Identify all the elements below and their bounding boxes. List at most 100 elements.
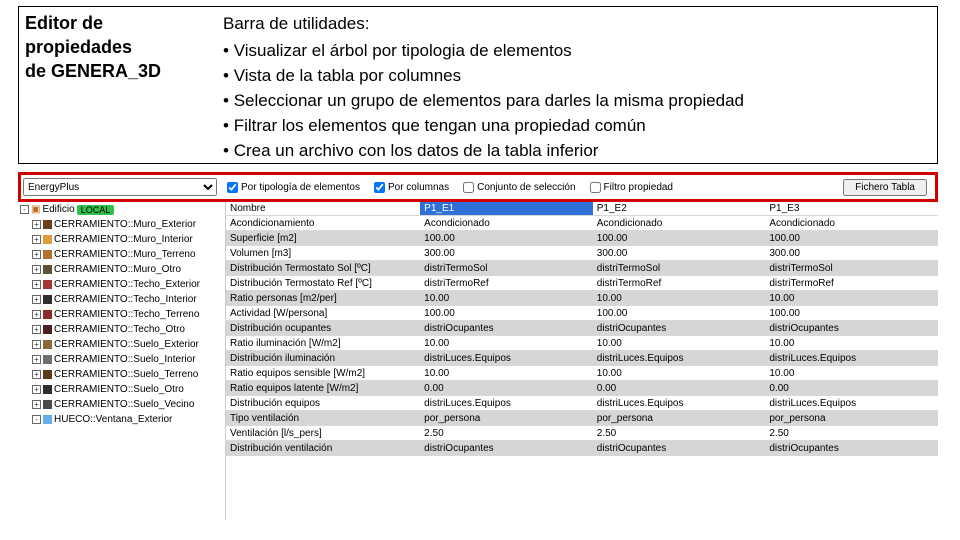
row-label-cell[interactable]: Distribución iluminación: [226, 351, 420, 366]
table-row[interactable]: Acondicionamiento AcondicionadoAcondicion…: [226, 216, 938, 231]
engine-dropdown[interactable]: EnergyPlus: [23, 178, 217, 196]
col-nombre[interactable]: Nombre: [226, 201, 420, 216]
fichero-tabla-button[interactable]: Fichero Tabla: [843, 179, 927, 196]
row-value-cell[interactable]: 2.50: [420, 426, 593, 441]
tree-item[interactable]: +CERRAMIENTO::Suelo_Otro: [18, 382, 225, 397]
row-label-cell[interactable]: Ratio equipos sensible [W/m2]: [226, 366, 420, 381]
tree-item[interactable]: +CERRAMIENTO::Suelo_Exterior: [18, 337, 225, 352]
table-row[interactable]: Volumen [m3]300.00300.00300.00: [226, 246, 938, 261]
col-p1e3[interactable]: P1_E3: [765, 201, 938, 216]
expand-icon[interactable]: +: [32, 355, 41, 364]
row-value-cell[interactable]: 100.00: [420, 306, 593, 321]
check-conjunto-box[interactable]: [463, 182, 474, 193]
row-value-cell[interactable]: 100.00: [420, 231, 593, 246]
row-value-cell[interactable]: distriOcupantes: [420, 441, 593, 456]
row-value-cell[interactable]: 10.00: [420, 366, 593, 381]
expand-icon[interactable]: +: [32, 385, 41, 394]
row-label-cell[interactable]: Distribución Termostato Ref [ºC]: [226, 276, 420, 291]
row-value-cell[interactable]: Acondicionado: [765, 216, 938, 231]
row-value-cell[interactable]: distriOcupantes: [765, 441, 938, 456]
expand-icon[interactable]: +: [32, 295, 41, 304]
table-row[interactable]: Ratio personas [m2/per]10.0010.0010.00: [226, 291, 938, 306]
expand-icon[interactable]: +: [32, 340, 41, 349]
property-table[interactable]: Nombre P1_E1 P1_E2 P1_E3 Acondicionamien…: [226, 200, 938, 456]
tree-item[interactable]: +CERRAMIENTO::Suelo_Interior: [18, 352, 225, 367]
row-value-cell[interactable]: 10.00: [593, 291, 766, 306]
row-value-cell[interactable]: 10.00: [420, 291, 593, 306]
check-tipologia-box[interactable]: [227, 182, 238, 193]
row-label-cell[interactable]: Distribución ocupantes: [226, 321, 420, 336]
tree-root[interactable]: - ▣ Edificio LOCAL: [18, 202, 225, 217]
row-value-cell[interactable]: 0.00: [593, 381, 766, 396]
table-row[interactable]: Distribución ventilacióndistriOcupantesd…: [226, 441, 938, 456]
row-value-cell[interactable]: 10.00: [765, 366, 938, 381]
collapse-icon[interactable]: -: [20, 205, 29, 214]
row-value-cell[interactable]: 10.00: [593, 366, 766, 381]
tree-item[interactable]: +CERRAMIENTO::Techo_Exterior: [18, 277, 225, 292]
row-value-cell[interactable]: 10.00: [765, 291, 938, 306]
property-grid[interactable]: Nombre P1_E1 P1_E2 P1_E3 Acondicionamien…: [226, 200, 938, 520]
row-label-cell[interactable]: Actividad [W/persona]: [226, 306, 420, 321]
check-filtro[interactable]: Filtro propiedad: [590, 182, 673, 193]
tree-item[interactable]: -HUECO::Ventana_Exterior: [18, 412, 225, 427]
col-p1e1[interactable]: P1_E1: [420, 201, 593, 216]
row-value-cell[interactable]: por_persona: [593, 411, 766, 426]
row-value-cell[interactable]: 100.00: [593, 231, 766, 246]
row-label-cell[interactable]: Acondicionamiento: [226, 216, 420, 231]
table-header-row[interactable]: Nombre P1_E1 P1_E2 P1_E3: [226, 201, 938, 216]
table-row[interactable]: Distribución Termostato Sol [ºC]distriTe…: [226, 261, 938, 276]
row-value-cell[interactable]: 0.00: [420, 381, 593, 396]
row-value-cell[interactable]: distriLuces.Equipos: [765, 396, 938, 411]
table-row[interactable]: Superficie [m2]100.00100.00100.00: [226, 231, 938, 246]
tree-item[interactable]: +CERRAMIENTO::Muro_Interior: [18, 232, 225, 247]
check-filtro-box[interactable]: [590, 182, 601, 193]
table-row[interactable]: Ratio iluminación [W/m2]10.0010.0010.00: [226, 336, 938, 351]
table-row[interactable]: Actividad [W/persona]100.00100.00100.00: [226, 306, 938, 321]
row-value-cell[interactable]: distriLuces.Equipos: [765, 351, 938, 366]
row-value-cell[interactable]: 10.00: [593, 336, 766, 351]
row-label-cell[interactable]: Distribución ventilación: [226, 441, 420, 456]
row-label-cell[interactable]: Distribución Termostato Sol [ºC]: [226, 261, 420, 276]
expand-icon[interactable]: +: [32, 400, 41, 409]
row-value-cell[interactable]: 10.00: [765, 336, 938, 351]
expand-icon[interactable]: +: [32, 235, 41, 244]
table-row[interactable]: Distribución ocupantesdistriOcupantesdis…: [226, 321, 938, 336]
expand-icon[interactable]: +: [32, 370, 41, 379]
row-value-cell[interactable]: distriOcupantes: [420, 321, 593, 336]
row-value-cell[interactable]: por_persona: [765, 411, 938, 426]
row-value-cell[interactable]: distriOcupantes: [765, 321, 938, 336]
row-label-cell[interactable]: Ratio iluminación [W/m2]: [226, 336, 420, 351]
row-value-cell[interactable]: distriLuces.Equipos: [420, 351, 593, 366]
table-row[interactable]: Tipo ventilaciónpor_personapor_personapo…: [226, 411, 938, 426]
collapse-icon[interactable]: -: [32, 415, 41, 424]
row-value-cell[interactable]: 300.00: [765, 246, 938, 261]
tree-item[interactable]: +CERRAMIENTO::Techo_Otro: [18, 322, 225, 337]
check-tipologia[interactable]: Por tipología de elementos: [227, 182, 360, 193]
row-value-cell[interactable]: 0.00: [765, 381, 938, 396]
row-value-cell[interactable]: 2.50: [765, 426, 938, 441]
row-value-cell[interactable]: distriOcupantes: [593, 441, 766, 456]
row-value-cell[interactable]: Acondicionado: [593, 216, 766, 231]
row-value-cell[interactable]: distriLuces.Equipos: [593, 351, 766, 366]
tree-item[interactable]: +CERRAMIENTO::Techo_Interior: [18, 292, 225, 307]
check-columnas-box[interactable]: [374, 182, 385, 193]
col-p1e2[interactable]: P1_E2: [593, 201, 766, 216]
expand-icon[interactable]: +: [32, 280, 41, 289]
row-value-cell[interactable]: por_persona: [420, 411, 593, 426]
expand-icon[interactable]: +: [32, 220, 41, 229]
tree-item[interactable]: +CERRAMIENTO::Muro_Terreno: [18, 247, 225, 262]
expand-icon[interactable]: +: [32, 250, 41, 259]
table-row[interactable]: Distribución iluminacióndistriLuces.Equi…: [226, 351, 938, 366]
row-value-cell[interactable]: 300.00: [420, 246, 593, 261]
row-value-cell[interactable]: distriTermoRef: [593, 276, 766, 291]
row-label-cell[interactable]: Ventilación [l/s_pers]: [226, 426, 420, 441]
row-label-cell[interactable]: Distribución equipos: [226, 396, 420, 411]
tree-item[interactable]: +CERRAMIENTO::Suelo_Vecino: [18, 397, 225, 412]
row-value-cell[interactable]: 100.00: [765, 306, 938, 321]
row-value-cell[interactable]: distriLuces.Equipos: [593, 396, 766, 411]
row-value-cell[interactable]: 10.00: [420, 336, 593, 351]
row-value-cell[interactable]: 300.00: [593, 246, 766, 261]
row-label-cell[interactable]: Tipo ventilación: [226, 411, 420, 426]
table-row[interactable]: Ratio equipos sensible [W/m2]10.0010.001…: [226, 366, 938, 381]
table-row[interactable]: Ventilación [l/s_pers]2.502.502.50: [226, 426, 938, 441]
